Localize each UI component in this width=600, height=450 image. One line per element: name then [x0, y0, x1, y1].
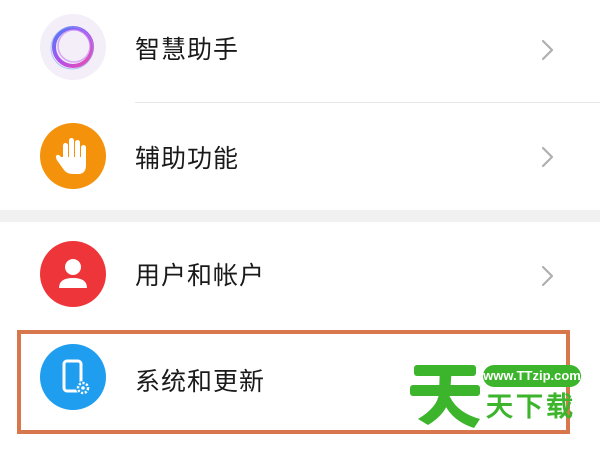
chevron-right-icon — [538, 264, 558, 288]
settings-item-label: 智慧助手 — [135, 35, 240, 64]
user-icon — [40, 241, 106, 307]
settings-item-label: 辅助功能 — [135, 144, 240, 173]
watermark-site: www.TTzip.com — [483, 365, 581, 387]
chevron-right-icon — [538, 38, 558, 62]
settings-screen: 智慧助手 辅助功能 用户和帐户 系统和更新 www.TTzip.com 天下载 — [0, 0, 600, 450]
settings-group-top: 智慧助手 辅助功能 — [0, 0, 600, 210]
settings-item-label: 用户和帐户 — [135, 261, 266, 290]
settings-item-users-accounts[interactable]: 用户和帐户 — [0, 222, 600, 326]
settings-item-label: 系统和更新 — [135, 367, 266, 396]
hand-icon — [40, 123, 106, 189]
section-gap — [0, 210, 600, 222]
watermark-logo-icon — [410, 365, 480, 428]
phone-settings-icon — [40, 344, 106, 410]
watermark-text: 天下载 — [486, 392, 576, 423]
chevron-right-icon — [538, 145, 558, 169]
watermark: www.TTzip.com 天下载 — [408, 355, 583, 430]
settings-item-smart-assistant[interactable]: 智慧助手 — [0, 0, 600, 104]
smart-assistant-ring-icon — [40, 14, 106, 80]
settings-item-accessibility[interactable]: 辅助功能 — [0, 103, 600, 207]
